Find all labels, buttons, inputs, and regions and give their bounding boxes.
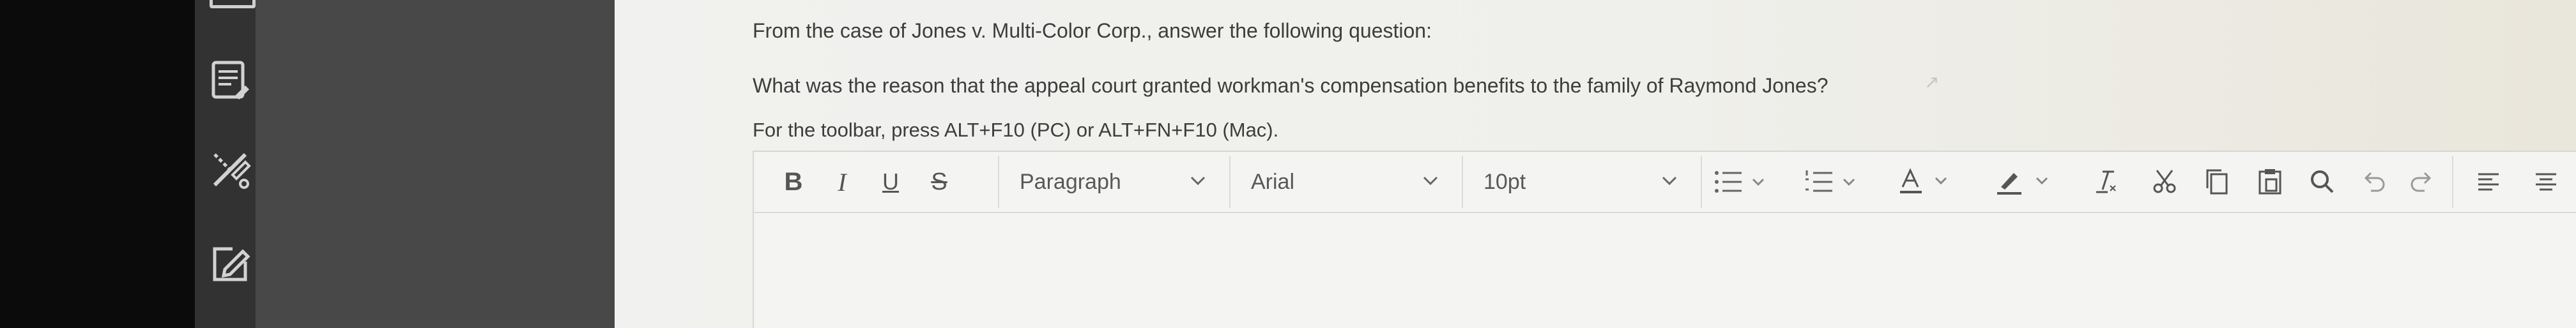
- chevron-down-icon: [1423, 176, 1438, 186]
- paragraph-select-value: Paragraph: [1020, 169, 1121, 194]
- font-family-select[interactable]: Arial: [1229, 156, 1459, 208]
- copy-icon: [2206, 169, 2228, 195]
- bullet-list-button[interactable]: [1706, 152, 1776, 212]
- chevron-down-icon: [1190, 176, 1206, 186]
- toolbar-hint: For the toolbar, press ALT+F10 (PC) or A…: [753, 119, 1279, 141]
- scissors-icon: [2153, 170, 2176, 193]
- document-icon[interactable]: [210, 59, 252, 101]
- font-size-select[interactable]: 10pt: [1462, 156, 1698, 208]
- navigation-panel: [256, 0, 615, 328]
- align-left-button[interactable]: [2466, 152, 2511, 212]
- font-family-select-value: Arial: [1251, 169, 1295, 194]
- paste-button[interactable]: [2248, 152, 2292, 212]
- screen: From the case of Jones v. Multi-Color Co…: [0, 0, 2576, 328]
- pen-tool-icon[interactable]: [210, 148, 252, 190]
- clear-formatting-button[interactable]: [2083, 152, 2128, 212]
- numbered-list-button[interactable]: [1797, 152, 1867, 212]
- strikethrough-button[interactable]: S: [920, 152, 958, 212]
- toolbar-divider: [1701, 156, 1702, 208]
- text-color-button[interactable]: [1891, 152, 1961, 212]
- search-icon: [2311, 170, 2334, 193]
- clear-formatting-icon: [2096, 170, 2116, 193]
- question-intro: From the case of Jones v. Multi-Color Co…: [753, 19, 1432, 42]
- editor-toolbar: B I U S Paragraph Arial 10pt: [754, 152, 2576, 213]
- underline-button[interactable]: U: [871, 152, 910, 212]
- redo-button[interactable]: [2400, 152, 2444, 212]
- rich-text-editor: B I U S Paragraph Arial 10pt: [753, 151, 2576, 328]
- italic-button[interactable]: I: [823, 152, 861, 212]
- find-replace-button[interactable]: [2300, 152, 2345, 212]
- question-prompt: What was the reason that the appeal cour…: [753, 74, 1828, 97]
- highlighter-icon: [1997, 173, 2048, 195]
- text-color-icon: [1900, 168, 1947, 193]
- chevron-down-icon: [1662, 176, 1677, 186]
- bezel: [0, 0, 195, 328]
- clipboard-icon: [2258, 169, 2281, 195]
- copy-button[interactable]: [2195, 152, 2240, 212]
- highlight-color-button[interactable]: [1987, 152, 2064, 212]
- bullet-list-icon: [1715, 171, 1765, 193]
- align-center-icon: [2536, 173, 2556, 191]
- bold-button[interactable]: B: [774, 152, 813, 212]
- rail-top-icon[interactable]: [210, 0, 256, 8]
- cut-button[interactable]: [2140, 152, 2191, 212]
- toolbar-divider: [2452, 156, 2453, 208]
- align-center-button[interactable]: [2524, 152, 2568, 212]
- editor-text-area[interactable]: [754, 213, 2576, 328]
- help-icon[interactable]: ↗: [1924, 71, 1942, 92]
- undo-icon: [2364, 172, 2385, 192]
- numbered-list-icon: [1805, 170, 1855, 192]
- edit-icon[interactable]: [210, 242, 252, 285]
- redo-icon: [2411, 172, 2432, 192]
- undo-button[interactable]: [2351, 152, 2396, 212]
- font-size-select-value: 10pt: [1483, 169, 1526, 194]
- paragraph-select[interactable]: Paragraph: [998, 156, 1227, 208]
- align-left-icon: [2478, 173, 2499, 191]
